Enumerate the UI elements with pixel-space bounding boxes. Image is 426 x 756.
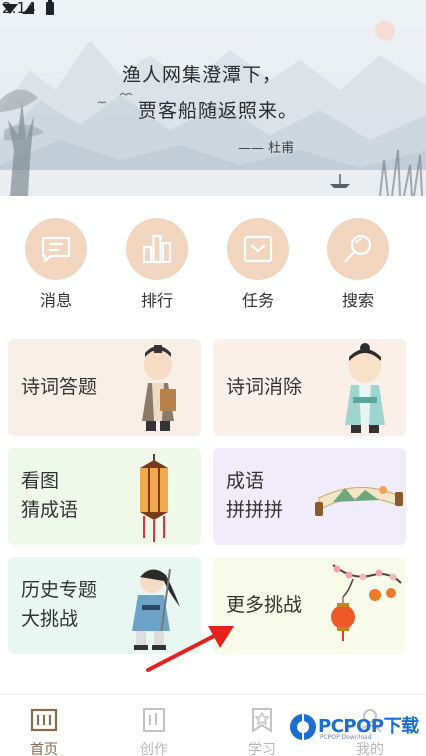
card-title: 诗词答题 — [21, 376, 98, 398]
watermark-sub: PCPOP Download — [320, 734, 372, 741]
card-title-line2: 猜成语 — [21, 499, 79, 521]
quick-action-task[interactable]: 任务 — [218, 218, 298, 310]
battery-icon — [46, 2, 54, 15]
poem-line-2: 贾客船随返照来。 — [138, 100, 299, 122]
status-bar: 2:14 — [0, 0, 426, 18]
quick-action-message[interactable]: 消息 — [16, 218, 96, 310]
ranking-icon — [126, 218, 188, 280]
boy-scholar-illustration — [345, 343, 385, 433]
poem-banner[interactable]: 2:14 渔人网集澄潭下， 贾客船随返照来。 —— 杜甫 — [0, 0, 426, 196]
scroll-painting-illustration — [315, 486, 403, 516]
pcpop-logo-icon — [290, 714, 316, 740]
message-icon — [25, 218, 87, 280]
scholar-illustration — [142, 345, 176, 431]
poem-author: —— 杜甫 — [238, 141, 295, 156]
card-idiom-puzzle[interactable]: 成语 拼拼拼 — [213, 448, 406, 545]
nav-item-home[interactable]: 首页 — [9, 695, 79, 756]
quick-actions: 消息 排行 任务 搜索 — [0, 218, 426, 310]
quick-action-label: 消息 — [39, 291, 72, 310]
card-title-line2: 拼拼拼 — [226, 499, 284, 521]
card-poem-quiz[interactable]: 诗词答题 — [8, 339, 201, 436]
quick-action-label: 排行 — [140, 291, 173, 310]
signal-icon — [22, 2, 34, 14]
quick-action-ranking[interactable]: 排行 — [117, 218, 197, 310]
card-more-challenges[interactable]: 更多挑战 — [213, 557, 406, 654]
nav-item-create[interactable]: 创作 — [119, 695, 189, 756]
red-arrow-annotation — [146, 626, 234, 672]
search-icon — [327, 218, 389, 280]
quick-action-label: 任务 — [241, 291, 274, 310]
create-icon — [143, 708, 165, 732]
plum-blossom-lantern-illustration — [331, 564, 402, 641]
nav-label-create: 创作 — [140, 742, 168, 756]
card-title: 诗词消除 — [226, 376, 303, 398]
lantern-illustration — [140, 454, 168, 542]
quick-action-label: 搜索 — [341, 291, 374, 310]
card-title-line1: 成语 — [226, 470, 265, 492]
app-screen: 2:14 渔人网集澄潭下， 贾客船随返照来。 —— 杜甫 消息 排行 任务 搜索… — [0, 0, 426, 756]
wifi-icon — [2, 4, 18, 14]
task-icon — [227, 218, 289, 280]
learn-icon — [252, 708, 272, 733]
status-icons — [2, 0, 54, 15]
card-title: 更多挑战 — [226, 594, 303, 616]
card-title-line2: 大挑战 — [21, 608, 79, 630]
nav-label-home: 首页 — [30, 742, 58, 756]
pcpop-watermark: PCPOP下载 PCPOP Download — [286, 708, 426, 748]
card-title-line1: 看图 — [21, 470, 60, 492]
card-title-line1: 历史专题 — [21, 579, 98, 601]
card-picture-idiom[interactable]: 看图 猜成语 — [8, 448, 201, 545]
poem-line-1: 渔人网集澄潭下， — [122, 64, 283, 86]
home-icon — [30, 708, 58, 732]
quick-action-search[interactable]: 搜索 — [318, 218, 398, 310]
card-poem-eliminate[interactable]: 诗词消除 — [213, 339, 406, 436]
